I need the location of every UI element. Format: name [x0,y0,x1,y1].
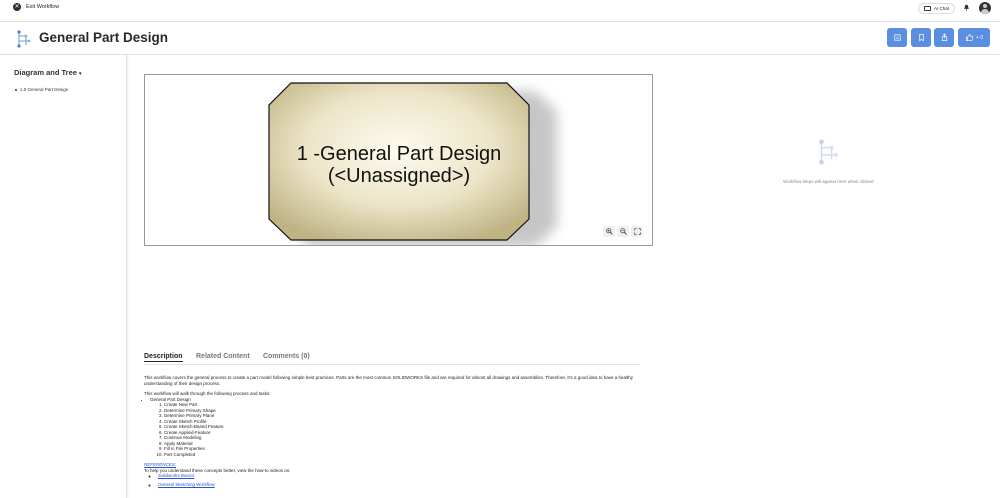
tab-related-content[interactable]: Related Content [196,353,250,360]
empty-state-text: Workflow steps will appear here when cli… [783,179,874,184]
chat-icon [923,6,931,11]
description-body: This workflow covers the general process… [144,375,644,487]
page-title: General Part Design [39,30,169,45]
zoom-controls [603,226,643,237]
chevron-down-icon: ▾ [79,71,82,77]
node-subtitle: (<Unassigned>) [328,165,470,187]
content-tabs: Description Related Content Comments (0) [144,353,640,365]
process-item: General Part Design Create New Part Dete… [150,397,644,458]
link-general-sketching-workflow[interactable]: General Sketching Workflow [158,482,215,487]
thumbs-up-icon [965,34,974,41]
node-title: 1 -General Part Design [297,143,502,165]
bullet-icon [15,88,17,91]
list-item: Part Completed [164,452,644,458]
exit-workflow-label: Exit Workflow [26,4,60,10]
ai-chat-button[interactable]: AI Chat [918,3,955,14]
steps-list: Create New Part Determine Primary Shape … [164,402,644,457]
workflow-logo-icon [17,30,31,48]
ai-chat-label: AI Chat [933,6,949,11]
link-solidworks-basics[interactable]: Solidworks Basics [158,473,194,478]
diagram-svg: 1 -General Part Design (<Unassigned>) [268,82,557,245]
tab-comments[interactable]: Comments (0) [263,353,310,360]
zoom-in-icon [605,228,613,235]
top-bar: ✕ Exit Workflow AI Chat [0,0,1000,22]
diagram-canvas[interactable]: 1 -General Part Design (<Unassigned>) [144,74,653,246]
share-icon [941,33,947,42]
avatar[interactable] [979,2,991,14]
page-header: General Part Design + 0 [0,22,1000,55]
share-button[interactable] [934,28,954,47]
zoom-in-button[interactable] [603,226,615,237]
sidebar-item-label: 1.0 General Part Design [20,87,69,92]
fullscreen-button[interactable] [631,226,643,237]
sidebar-item-general-part-design[interactable]: 1.0 General Part Design [15,87,68,92]
bell-icon[interactable] [963,4,970,11]
description-intro: This workflow covers the general process… [144,375,634,386]
close-circle-icon: ✕ [13,3,21,11]
like-count: + 0 [975,34,984,41]
bookmark-button[interactable] [911,28,931,47]
zoom-out-button[interactable] [617,226,629,237]
workflow-placeholder-icon [819,139,839,165]
document-icon [893,34,901,41]
description-button[interactable] [887,28,907,47]
exit-workflow-button[interactable]: ✕ Exit Workflow [13,3,59,11]
zoom-out-icon [619,228,627,235]
sidebar-title[interactable]: Diagram and Tree ▾ [14,68,82,77]
fullscreen-icon [633,228,641,235]
tab-description[interactable]: Description [144,353,183,362]
bookmark-icon [918,33,924,42]
like-button[interactable]: + 0 [958,28,990,47]
sidebar: Diagram and Tree ▾ 1.0 General Part Desi… [0,55,127,498]
